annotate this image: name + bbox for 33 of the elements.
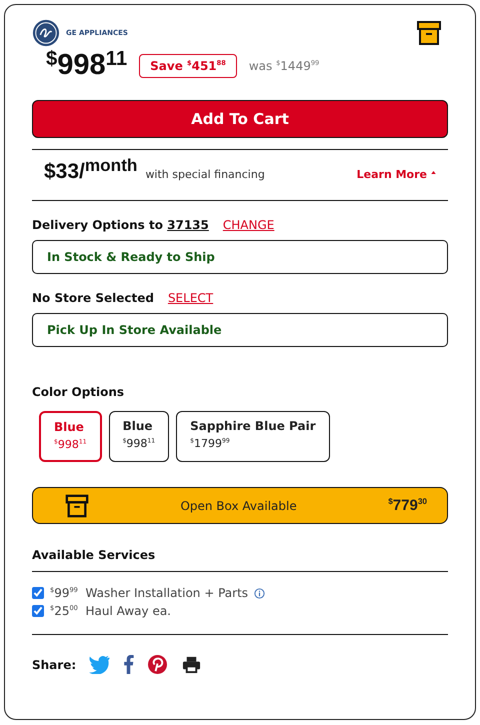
print-icon[interactable] [181, 655, 202, 674]
bird-icon[interactable] [89, 655, 110, 674]
select-link[interactable]: SELECT [168, 291, 214, 305]
financing-note: with special financing [145, 168, 265, 181]
color-option[interactable]: Sapphire Blue Pair $^{$}$1799$^{99}$ [176, 411, 330, 462]
color-option[interactable]: Blue $^{$}$998$^{11}$ [108, 411, 170, 462]
service-checkbox[interactable] [32, 587, 44, 599]
pickup-status: Pick Up In Store Available [32, 313, 448, 347]
facebook-icon[interactable] [123, 655, 134, 674]
change-link[interactable]: CHANGE [222, 218, 274, 232]
service-label: $^{$}$99$^{99}$ Washer Installation + Parts [50, 586, 248, 600]
add-to-cart-button[interactable]: Add To Cart [32, 100, 448, 138]
color-option[interactable]: Blue $^{$}$998$^{11}$ [39, 411, 102, 462]
learn-more-link[interactable]: Learn More [356, 168, 427, 181]
delivery-status: In Stock & Ready to Ship [32, 240, 448, 274]
ge-logo-icon [32, 19, 60, 47]
section-title: Available Services [32, 548, 448, 572]
box-icon[interactable] [416, 20, 442, 46]
pinterest-icon[interactable] [147, 655, 168, 674]
delivery-label: Delivery Options to 37135 [32, 218, 209, 232]
section-title: Color Options [32, 385, 126, 399]
box-icon [65, 494, 89, 518]
service-checkbox[interactable] [32, 605, 44, 617]
open-box-button[interactable]: Open Box Available $^{$}$779$^{30}$ [32, 487, 448, 524]
store-label: No Store Selected [32, 291, 154, 305]
was-price: was $^{$}$1449$^{99}$ [248, 58, 320, 72]
service-label: $^{$}$25$^{00}$ Haul Away ea. [50, 604, 171, 618]
price: $^{$}$998$^{11}$ [46, 49, 128, 82]
share-label: Share: [32, 658, 76, 672]
monthly-price: $33/$^{month}$ [44, 160, 138, 184]
caret-icon[interactable] [431, 170, 436, 174]
savings-badge: Save $^{$}$451$^{88}$ [139, 54, 237, 78]
info-icon[interactable] [254, 588, 266, 598]
